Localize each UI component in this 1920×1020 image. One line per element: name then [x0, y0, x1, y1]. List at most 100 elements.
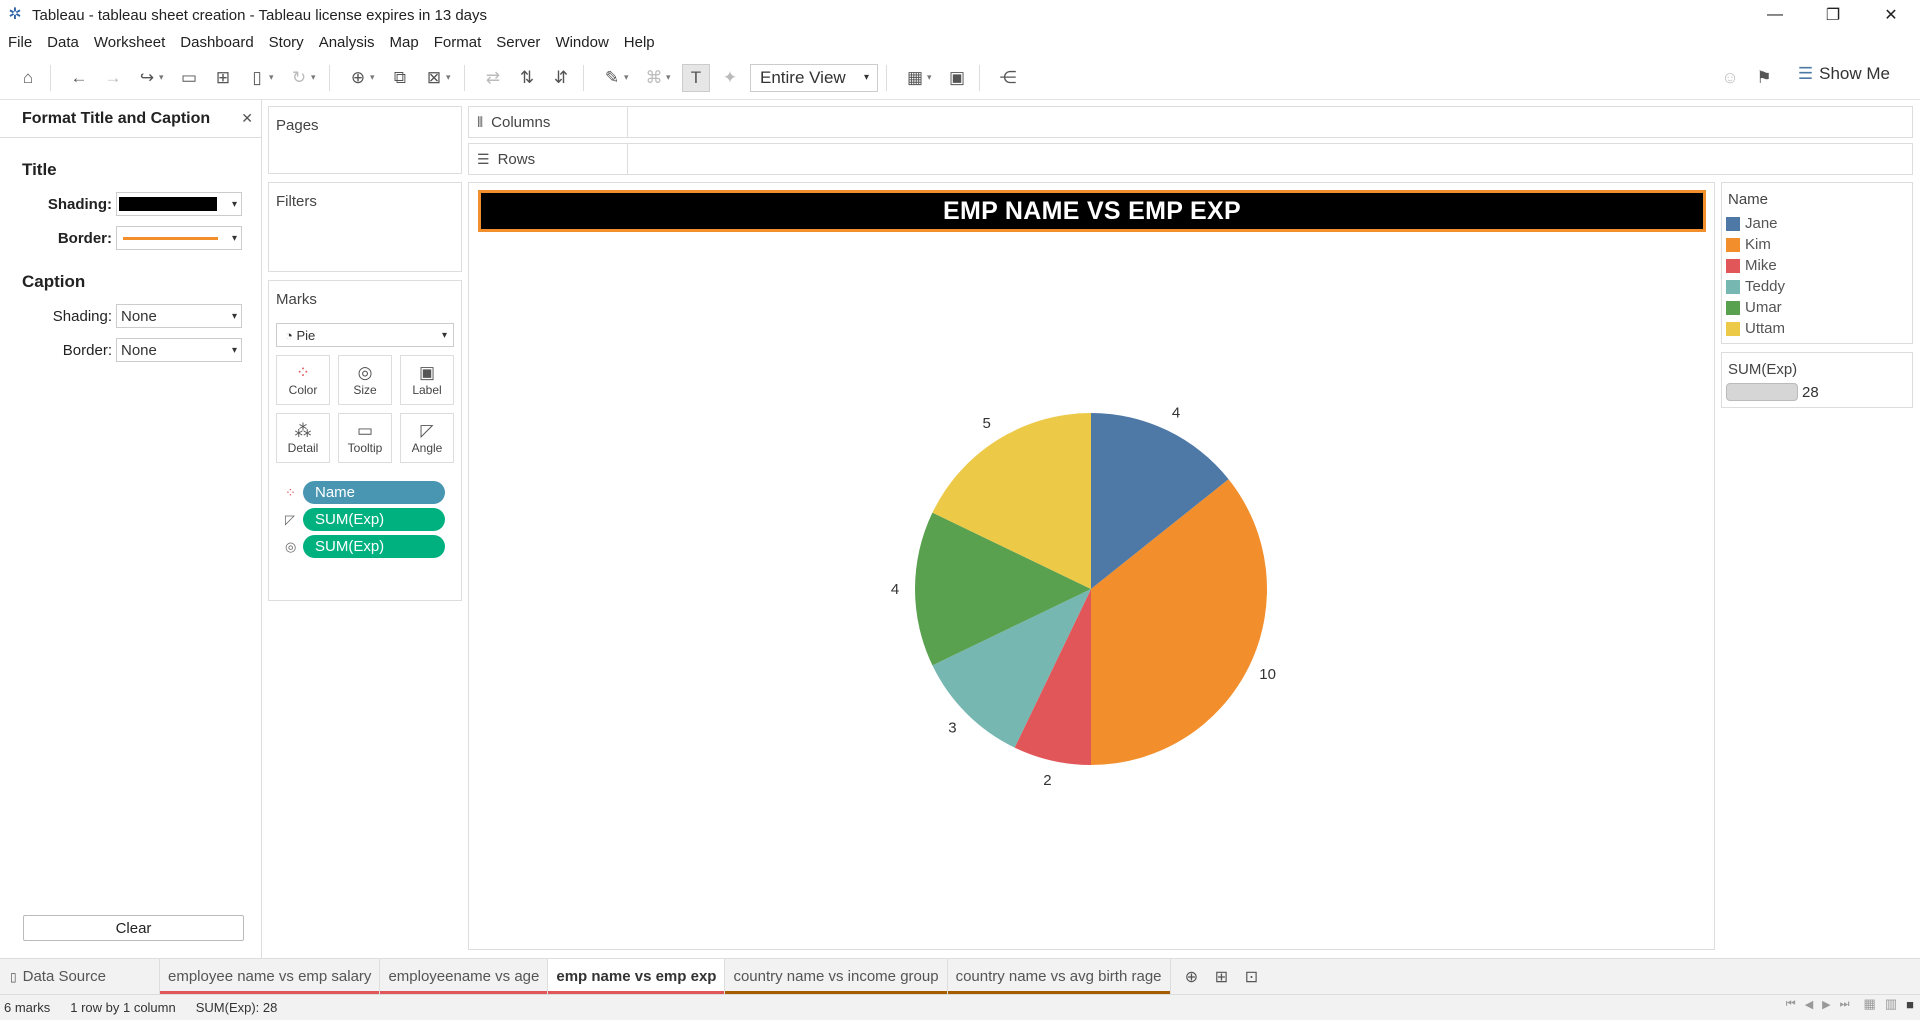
show-mark-labels-icon[interactable]: T — [682, 63, 710, 92]
legend-label: Mike — [1745, 257, 1777, 274]
legend-swatch — [1726, 321, 1740, 336]
menu-analysis[interactable]: Analysis — [319, 34, 375, 51]
angle-button[interactable]: ◸ Angle — [400, 413, 454, 463]
next-sheet-icon[interactable]: ▶ — [1822, 998, 1830, 1011]
pin-axes-icon[interactable]: ✦ — [716, 64, 744, 92]
tab-sheet[interactable]: employee name vs emp salary — [160, 959, 381, 994]
legend-item[interactable]: Uttam — [1722, 318, 1912, 339]
presentation-mode-icon[interactable]: ▣ — [943, 64, 971, 92]
highlight-icon[interactable]: ✎ — [598, 64, 626, 92]
sort-descending-icon[interactable]: ⇵ — [547, 64, 575, 92]
legend-item[interactable]: Kim — [1722, 234, 1912, 255]
legend-item[interactable]: Umar — [1722, 297, 1912, 318]
ask-data-icon[interactable]: ☺ — [1716, 64, 1744, 92]
new-data-source-icon[interactable]: ⊞ — [209, 64, 237, 92]
mark-type-dropdown[interactable]: ◔ Pie ▾ — [276, 323, 454, 347]
filmstrip-icon[interactable]: ▥ — [1885, 996, 1897, 1012]
tab-data-source[interactable]: ▯ Data Source — [0, 959, 160, 994]
new-dashboard-icon[interactable]: ⊞ — [1207, 967, 1237, 987]
angle-button-label: Angle — [411, 441, 443, 455]
sheet-sorter-icon[interactable]: ▦ — [1864, 996, 1876, 1012]
cards-icon[interactable]: ▦ — [901, 64, 929, 92]
menu-format[interactable]: Format — [434, 34, 482, 51]
highlight-dropdown-icon[interactable]: ▾ — [624, 72, 634, 83]
tooltip-button[interactable]: ▭ Tooltip — [338, 413, 392, 463]
pause-updates-icon[interactable]: ▯ — [243, 64, 271, 92]
detail-button[interactable]: ⁂ Detail — [276, 413, 330, 463]
menu-server[interactable]: Server — [496, 34, 540, 51]
home-icon[interactable]: ⌂ — [14, 64, 42, 92]
menu-map[interactable]: Map — [390, 34, 419, 51]
menu-window[interactable]: Window — [555, 34, 608, 51]
pages-shelf[interactable]: Pages — [268, 106, 462, 174]
name-pill[interactable]: Name — [303, 481, 445, 504]
size-legend: SUM(Exp) 28 — [1721, 352, 1913, 408]
menu-dashboard[interactable]: Dashboard — [180, 34, 253, 51]
group-icon[interactable]: ⌘ — [640, 64, 668, 92]
tabs-view-icon[interactable]: ■ — [1906, 997, 1914, 1012]
new-worksheet-dropdown-icon[interactable]: ▾ — [370, 72, 380, 83]
replay-dropdown-icon[interactable]: ▾ — [159, 72, 169, 83]
clear-sheet-icon[interactable]: ⊠ — [420, 64, 448, 92]
sum-exp-size-pill[interactable]: SUM(Exp) — [303, 535, 445, 558]
tab-label: emp name vs emp exp — [556, 968, 717, 985]
cards-dropdown-icon[interactable]: ▾ — [927, 72, 937, 83]
tab-sheet-active[interactable]: emp name vs emp exp — [548, 959, 726, 994]
tab-sheet[interactable]: country name vs income group — [725, 959, 948, 994]
menu-story[interactable]: Story — [269, 34, 304, 51]
show-me-button[interactable]: ☰ Show Me — [1798, 64, 1890, 84]
fit-dropdown[interactable]: Entire View ▾ — [750, 63, 878, 92]
last-sheet-icon[interactable]: ⏭ — [1840, 998, 1850, 1011]
sum-exp-angle-pill[interactable]: SUM(Exp) — [303, 508, 445, 531]
clear-button[interactable]: Clear — [23, 915, 244, 941]
group-dropdown-icon[interactable]: ▾ — [666, 72, 676, 83]
title-shading-dropdown[interactable]: ▾ — [116, 192, 242, 216]
filters-shelf[interactable]: Filters — [268, 182, 462, 272]
undo-icon[interactable]: ← — [65, 64, 93, 92]
tab-sheet[interactable]: employeename vs age — [380, 959, 549, 994]
clear-dropdown-icon[interactable]: ▾ — [446, 72, 456, 83]
menu-file[interactable]: File — [8, 34, 32, 51]
new-worksheet-icon[interactable]: ⊕ — [344, 64, 372, 92]
minimize-icon[interactable]: — — [1746, 0, 1804, 30]
title-border-dropdown[interactable]: ▾ — [116, 226, 242, 250]
chevron-down-icon: ▾ — [863, 72, 869, 83]
legend-swatch — [1726, 279, 1740, 294]
first-sheet-icon[interactable]: ⏮ — [1786, 998, 1796, 1011]
format-painter-icon[interactable]: ⚑ — [1750, 64, 1778, 92]
columns-drop-area[interactable] — [628, 106, 1913, 138]
duplicate-sheet-icon[interactable]: ⧉ — [386, 64, 414, 92]
restore-icon[interactable]: ❐ — [1804, 0, 1862, 30]
share-icon[interactable]: ⋲ — [994, 64, 1022, 92]
rows-icon: ☰ — [477, 150, 490, 167]
legend-item[interactable]: Mike — [1722, 255, 1912, 276]
status-layout: 1 row by 1 column — [70, 1000, 176, 1015]
new-story-icon[interactable]: ⊡ — [1237, 967, 1267, 987]
size-icon: ◎ — [285, 538, 297, 554]
tab-sheet[interactable]: country name vs avg birth rage — [947, 959, 1171, 994]
menu-help[interactable]: Help — [624, 34, 655, 51]
caption-shading-dropdown[interactable]: None ▾ — [116, 304, 242, 328]
prev-sheet-icon[interactable]: ◀ — [1805, 998, 1813, 1011]
replay-icon[interactable]: ↪ — [133, 64, 161, 92]
legend-item[interactable]: Jane — [1722, 213, 1912, 234]
caption-border-dropdown[interactable]: None ▾ — [116, 338, 242, 362]
close-icon[interactable]: ✕ — [1862, 0, 1920, 30]
pause-dropdown-icon[interactable]: ▾ — [269, 72, 279, 83]
legend-item[interactable]: Teddy — [1722, 276, 1912, 297]
new-worksheet-icon[interactable]: ⊕ — [1177, 967, 1207, 987]
swap-icon[interactable]: ⇄ — [479, 64, 507, 92]
color-button[interactable]: ⁘ Color — [276, 355, 330, 405]
save-icon[interactable]: ▭ — [175, 64, 203, 92]
rows-drop-area[interactable] — [628, 143, 1913, 175]
tooltip-button-label: Tooltip — [347, 441, 383, 455]
refresh-dropdown-icon[interactable]: ▾ — [311, 72, 321, 83]
label-button[interactable]: ▣ Label — [400, 355, 454, 405]
size-button[interactable]: ◎ Size — [338, 355, 392, 405]
sort-ascending-icon[interactable]: ⇅ — [513, 64, 541, 92]
close-panel-icon[interactable]: ✕ — [241, 110, 253, 127]
menu-data[interactable]: Data — [47, 34, 79, 51]
refresh-icon[interactable]: ↻ — [285, 64, 313, 92]
redo-icon[interactable]: → — [99, 64, 127, 92]
menu-worksheet[interactable]: Worksheet — [94, 34, 165, 51]
